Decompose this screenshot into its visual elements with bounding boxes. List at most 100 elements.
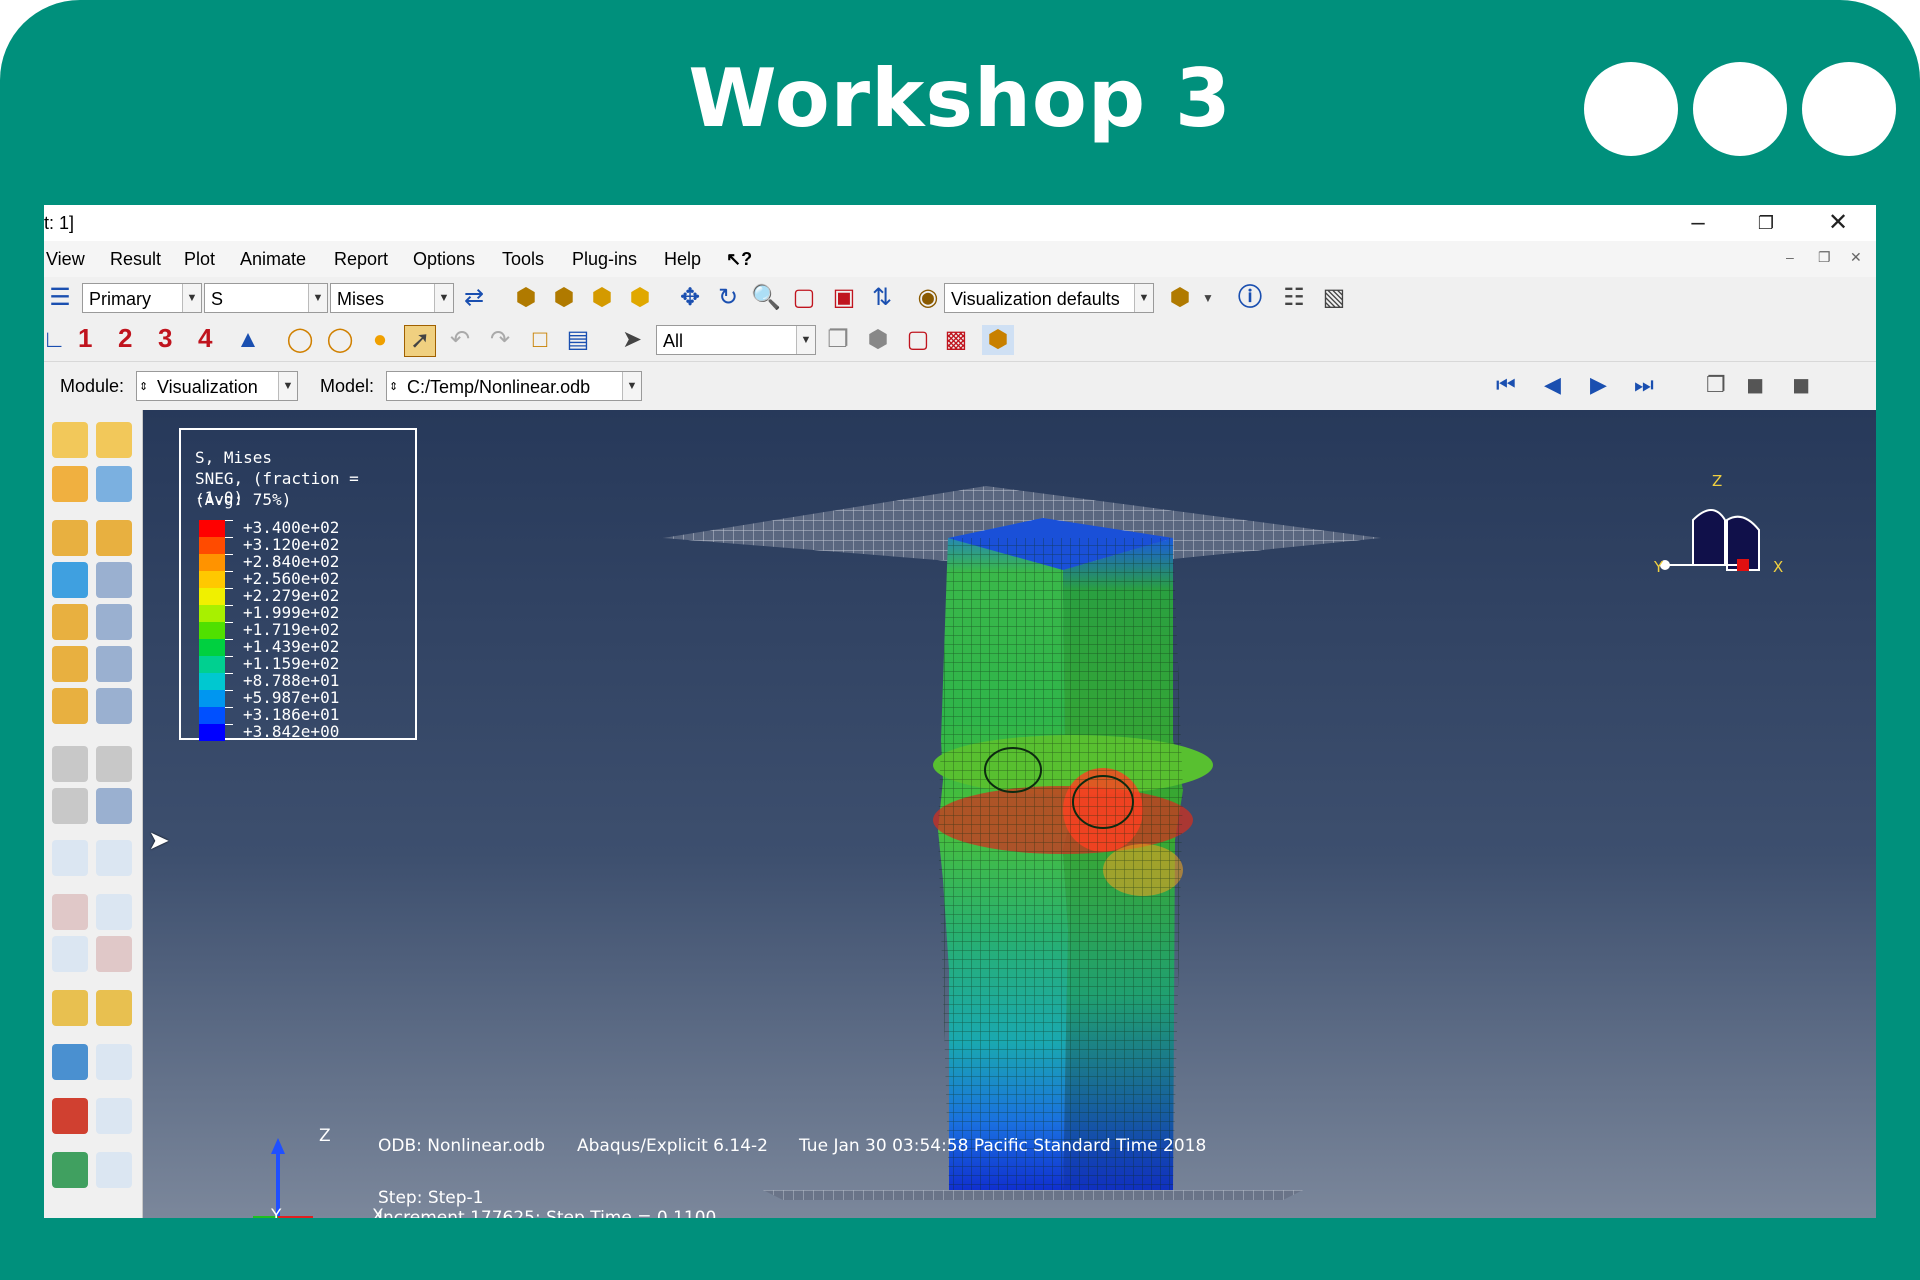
symbol-plot-icon[interactable] bbox=[52, 520, 88, 556]
last-frame-icon[interactable]: ⏭ bbox=[1634, 372, 1654, 398]
sphere-icon[interactable]: ● bbox=[364, 325, 396, 355]
path-icon[interactable] bbox=[52, 936, 88, 972]
pan-icon[interactable]: ✥ bbox=[674, 283, 706, 313]
display-group-manager-icon[interactable] bbox=[96, 1044, 132, 1080]
previous-frame-icon[interactable]: ◀ bbox=[1544, 372, 1561, 398]
view-3-button[interactable]: 3 bbox=[158, 323, 172, 354]
mdi-minimize-icon[interactable]: – bbox=[1786, 249, 1794, 265]
info-icon[interactable]: ⓘ bbox=[1234, 283, 1266, 313]
cycle-icon[interactable]: ⇅ bbox=[866, 283, 898, 313]
model-viewport[interactable]: S, Mises SNEG, (fraction = -1.0) (Avg: 7… bbox=[143, 410, 1876, 1218]
top-view-icon[interactable]: ⬢ bbox=[586, 283, 618, 313]
field-component-select[interactable]: Mises ▼ bbox=[330, 283, 454, 313]
minimize-button[interactable]: – bbox=[1676, 207, 1720, 239]
field-variable-select[interactable]: S ▼ bbox=[204, 283, 328, 313]
free-body-icon[interactable] bbox=[52, 1098, 88, 1134]
camera-icon[interactable]: ◼ bbox=[1792, 372, 1810, 398]
field-output-icon[interactable]: ☰ bbox=[44, 283, 76, 313]
view-1-button[interactable]: 1 bbox=[78, 323, 92, 354]
plot-options-icon[interactable] bbox=[96, 466, 132, 502]
stream-icon[interactable] bbox=[52, 990, 88, 1026]
view-2-button[interactable]: 2 bbox=[118, 323, 132, 354]
symbol-icon[interactable] bbox=[52, 604, 88, 640]
orientation-options-icon[interactable] bbox=[96, 646, 132, 682]
overlay2-icon[interactable]: ◯ bbox=[324, 325, 356, 355]
xy-plot-icon[interactable] bbox=[96, 936, 132, 972]
model-select[interactable]: ⇕ C:/Temp/Nonlinear.odb ▼ bbox=[386, 371, 642, 401]
mdi-close-icon[interactable]: ✕ bbox=[1850, 249, 1862, 266]
menu-animate[interactable]: Animate bbox=[240, 249, 306, 270]
menu-report[interactable]: Report bbox=[334, 249, 388, 270]
select-cursor-icon[interactable]: ➤ bbox=[616, 325, 648, 355]
undo-icon[interactable]: ↶ bbox=[444, 325, 476, 355]
menu-tools[interactable]: Tools bbox=[502, 249, 544, 270]
menu-plugins[interactable]: Plug-ins bbox=[572, 249, 637, 270]
multiple-plot-icon[interactable] bbox=[52, 688, 88, 724]
probe-icon[interactable]: ➚ bbox=[404, 325, 436, 357]
next-frame-icon[interactable]: ▶ bbox=[1590, 372, 1607, 398]
menu-plot[interactable]: Plot bbox=[184, 249, 215, 270]
movie-camera-icon[interactable]: ◼ bbox=[1746, 372, 1764, 398]
sync-icon[interactable]: ⇄ bbox=[458, 283, 490, 313]
view-cut-manager-icon[interactable] bbox=[96, 840, 132, 876]
animate-harmonic-icon[interactable] bbox=[52, 788, 88, 824]
menu-view[interactable]: View bbox=[46, 249, 85, 270]
symbol-options-icon[interactable] bbox=[96, 604, 132, 640]
view-cut-icon[interactable] bbox=[52, 840, 88, 876]
menu-options[interactable]: Options bbox=[413, 249, 475, 270]
overlay-options-icon[interactable] bbox=[96, 688, 132, 724]
visualization-defaults-select[interactable]: Visualization defaults ▼ bbox=[944, 283, 1154, 313]
stream-manager-icon[interactable] bbox=[96, 990, 132, 1026]
box-icon[interactable]: ⬢ bbox=[982, 325, 1014, 355]
chevron-down-icon[interactable]: ▼ bbox=[1192, 283, 1224, 313]
iso-view-icon[interactable]: ⬢ bbox=[510, 283, 542, 313]
tree-icon[interactable]: □ bbox=[524, 325, 556, 355]
selection-filter-select[interactable]: All ▼ bbox=[656, 325, 816, 355]
close-button[interactable]: ✕ bbox=[1816, 207, 1860, 239]
frame-select-icon[interactable]: ❐ bbox=[1706, 372, 1726, 398]
redo-icon[interactable]: ↷ bbox=[484, 325, 516, 355]
animation-options-icon[interactable] bbox=[96, 788, 132, 824]
animate-time-icon[interactable] bbox=[96, 746, 132, 782]
field-primary-select[interactable]: Primary ▼ bbox=[82, 283, 202, 313]
mdi-restore-icon[interactable]: ❐ bbox=[1818, 249, 1831, 266]
menu-help[interactable]: Help bbox=[664, 249, 701, 270]
rotate-icon[interactable]: ↻ bbox=[712, 283, 744, 313]
edit-icon[interactable]: ▩ bbox=[940, 325, 972, 355]
context-help-button[interactable]: ↖? bbox=[726, 249, 752, 270]
plot-undeformed-icon[interactable] bbox=[52, 422, 88, 458]
contour-active-icon[interactable] bbox=[52, 562, 88, 598]
free-body-manager-icon[interactable] bbox=[96, 1098, 132, 1134]
axis-icon[interactable]: ∟ bbox=[44, 325, 70, 355]
copy-icon[interactable]: ❐ bbox=[822, 325, 854, 355]
module-select[interactable]: ⇕ Visualization ▼ bbox=[136, 371, 298, 401]
overlay-icon[interactable]: ◯ bbox=[284, 325, 316, 355]
palette-icon[interactable]: ◉ bbox=[912, 283, 944, 313]
material-orientation-icon[interactable] bbox=[96, 520, 132, 556]
box-zoom-icon[interactable]: ▢ bbox=[788, 283, 820, 313]
menu-result[interactable]: Result bbox=[110, 249, 161, 270]
display-group-create-icon[interactable] bbox=[52, 1044, 88, 1080]
box-select-icon[interactable]: ▢ bbox=[902, 325, 934, 355]
triad-icon[interactable]: ▲ bbox=[232, 325, 264, 355]
query-manager-icon[interactable] bbox=[96, 1152, 132, 1188]
xy-data-manager-icon[interactable] bbox=[96, 894, 132, 930]
plot-contours-icon[interactable] bbox=[52, 466, 88, 502]
query-icon[interactable] bbox=[52, 1152, 88, 1188]
plot-deformed-icon[interactable] bbox=[96, 422, 132, 458]
front-view-icon[interactable]: ⬢ bbox=[548, 283, 580, 313]
fit-view-icon[interactable]: ▣ bbox=[828, 283, 860, 313]
orientation-icon[interactable] bbox=[52, 646, 88, 682]
ladder-icon[interactable]: ☷ bbox=[1278, 283, 1310, 313]
first-frame-icon[interactable]: ⏮ bbox=[1496, 372, 1516, 398]
xy-data-icon[interactable] bbox=[52, 894, 88, 930]
zoom-icon[interactable]: 🔍 bbox=[750, 283, 782, 313]
side-view-icon[interactable]: ⬢ bbox=[624, 283, 656, 313]
view-4-button[interactable]: 4 bbox=[198, 323, 212, 354]
contour-options-icon[interactable] bbox=[96, 562, 132, 598]
restore-button[interactable]: ❐ bbox=[1744, 207, 1788, 239]
display-group-icon[interactable]: ⬢ bbox=[862, 325, 894, 355]
animate-scale-icon[interactable] bbox=[52, 746, 88, 782]
tower-icon[interactable]: ▧ bbox=[1318, 283, 1350, 313]
table-icon[interactable]: ▤ bbox=[562, 325, 594, 355]
